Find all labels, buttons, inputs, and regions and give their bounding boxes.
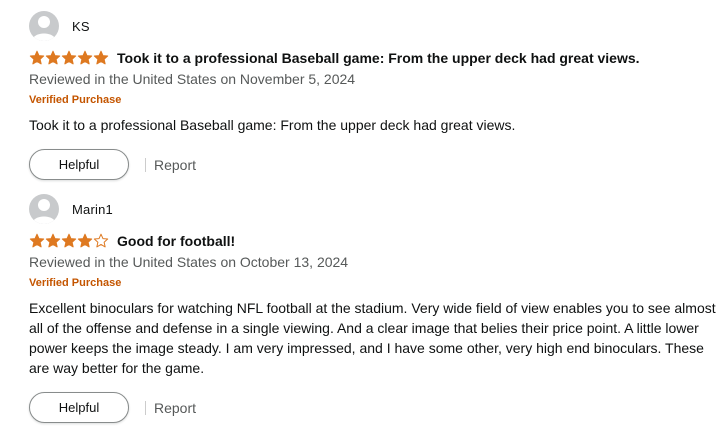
helpful-button[interactable]: Helpful bbox=[29, 149, 129, 180]
reviewer-profile[interactable]: Marin1 bbox=[29, 194, 719, 224]
helpful-button[interactable]: Helpful bbox=[29, 392, 129, 423]
star-filled-icon bbox=[29, 50, 45, 65]
star-filled-icon bbox=[29, 233, 45, 248]
star-filled-icon bbox=[93, 50, 109, 65]
star-rating[interactable] bbox=[29, 50, 109, 66]
star-filled-icon bbox=[77, 50, 93, 65]
star-filled-icon bbox=[61, 50, 77, 65]
action-divider bbox=[145, 400, 146, 415]
star-rating[interactable] bbox=[29, 233, 109, 249]
reviewer-name: Marin1 bbox=[72, 201, 113, 217]
review-item: KS Took it to a professional Baseball ga… bbox=[29, 11, 719, 180]
verified-purchase-badge: Verified Purchase bbox=[29, 277, 122, 289]
verified-purchase-badge: Verified Purchase bbox=[29, 94, 122, 106]
review-item: Marin1 Good for football! Reviewed in th… bbox=[29, 194, 719, 423]
avatar-icon bbox=[29, 11, 59, 41]
report-link[interactable]: Report bbox=[154, 400, 196, 416]
review-title[interactable]: Took it to a professional Baseball game:… bbox=[117, 50, 640, 66]
review-date: Reviewed in the United States on Novembe… bbox=[29, 71, 356, 87]
star-filled-icon bbox=[45, 233, 61, 248]
review-date: Reviewed in the United States on October… bbox=[29, 254, 349, 270]
star-empty-icon bbox=[93, 233, 109, 248]
review-body: Excellent binoculars for watching NFL fo… bbox=[29, 300, 716, 376]
reviewer-profile[interactable]: KS bbox=[29, 11, 719, 41]
star-filled-icon bbox=[77, 233, 93, 248]
report-link[interactable]: Report bbox=[154, 157, 196, 173]
review-body: Took it to a professional Baseball game:… bbox=[29, 117, 516, 133]
star-filled-icon bbox=[45, 50, 61, 65]
review-title[interactable]: Good for football! bbox=[117, 233, 235, 249]
action-divider bbox=[145, 157, 146, 172]
avatar-icon bbox=[29, 194, 59, 224]
star-filled-icon bbox=[61, 233, 77, 248]
reviewer-name: KS bbox=[72, 18, 90, 34]
